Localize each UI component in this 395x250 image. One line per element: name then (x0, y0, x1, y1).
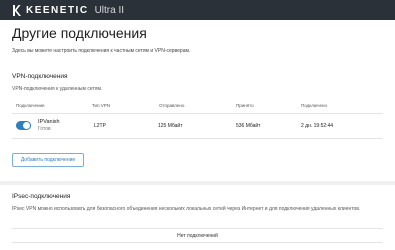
ipsec-section-description: IPsec VPN можно использовать для безопас… (12, 206, 361, 212)
brand-name: KEENETIC (26, 4, 89, 16)
ipsec-empty-list: Нет подключений (12, 228, 383, 243)
connection-type: L2TP (94, 123, 106, 129)
logo[interactable]: KEENETIC Ultra II (12, 4, 124, 16)
page-title: Другие подключения (12, 25, 147, 41)
connection-uptime: 2 дн. 19:52:44 (301, 123, 334, 129)
add-connection-button[interactable]: Добавить подключение (12, 153, 84, 167)
column-header-sent[interactable]: Отправлено (159, 103, 184, 108)
column-header-connection[interactable]: Подключение (16, 103, 45, 108)
vpn-section-description: VPN-подключения к удаленным сетям. (12, 86, 103, 92)
page-description: Здесь вы можете настроить подключения к … (12, 48, 191, 54)
keenetic-logo-icon (13, 4, 21, 16)
column-header-received[interactable]: Принято (236, 103, 254, 108)
connection-toggle[interactable] (16, 121, 31, 130)
table-row[interactable]: IPVanish Готов L2TP 125 Мбайт 536 Мбайт … (12, 114, 383, 138)
connection-sent: 125 Мбайт (158, 123, 183, 129)
table-divider (12, 138, 383, 139)
connection-status: Готов (38, 126, 51, 132)
empty-state-text: Нет подключений (177, 233, 218, 239)
toggle-knob (23, 122, 30, 129)
top-bar: KEENETIC Ultra II (0, 0, 395, 20)
ipsec-section-title: IPsec-подключения (12, 193, 71, 200)
connection-name[interactable]: IPVanish (38, 119, 60, 125)
main-content: Другие подключения Здесь вы можете настр… (0, 20, 395, 250)
model-name: Ultra II (94, 4, 125, 16)
vpn-section-title: VPN-подключения (12, 73, 68, 80)
section-divider (0, 181, 395, 185)
column-header-type[interactable]: Тип VPN (92, 103, 110, 108)
column-header-connected[interactable]: Подключено (301, 103, 327, 108)
vpn-table-header: Подключение Тип VPN Отправлено Принято П… (12, 100, 383, 113)
connection-received: 536 Мбайт (236, 123, 261, 129)
